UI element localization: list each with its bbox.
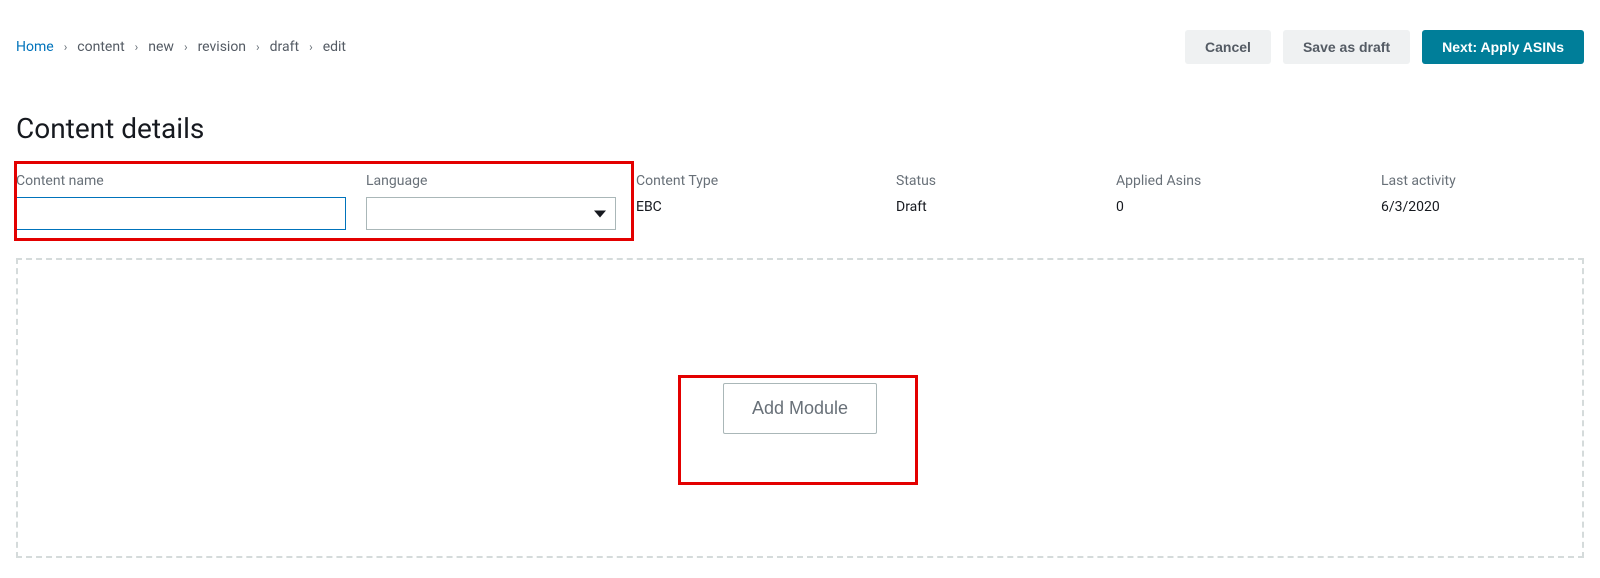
applied-asins-value: 0 <box>1116 199 1361 215</box>
content-name-label: Content name <box>16 173 346 189</box>
breadcrumb-revision: revision <box>198 39 246 55</box>
breadcrumb: Home › content › new › revision › draft … <box>16 39 346 55</box>
content-name-input[interactable] <box>16 197 346 230</box>
save-draft-button[interactable]: Save as draft <box>1283 30 1410 64</box>
last-activity-label: Last activity <box>1381 173 1584 189</box>
action-buttons: Cancel Save as draft Next: Apply ASINs <box>1185 30 1584 64</box>
content-type-group: Content Type EBC <box>636 173 876 215</box>
last-activity-group: Last activity 6/3/2020 <box>1381 173 1584 215</box>
status-group: Status Draft <box>896 173 1096 215</box>
page-title: Content details <box>16 112 1590 145</box>
language-field-group: Language <box>366 173 616 230</box>
breadcrumb-edit: edit <box>323 39 346 55</box>
status-label: Status <box>896 173 1096 189</box>
applied-asins-label: Applied Asins <box>1116 173 1361 189</box>
last-activity-value: 6/3/2020 <box>1381 199 1584 215</box>
content-type-value: EBC <box>636 199 876 215</box>
module-drop-area: Add Module <box>16 258 1584 558</box>
top-bar: Home › content › new › revision › draft … <box>10 30 1590 64</box>
content-name-field-group: Content name <box>16 173 346 230</box>
status-value: Draft <box>896 199 1096 215</box>
breadcrumb-home-link[interactable]: Home <box>16 39 54 55</box>
content-details-row: Content name Language Content Type EBC S… <box>10 173 1590 258</box>
next-apply-asins-button[interactable]: Next: Apply ASINs <box>1422 30 1584 64</box>
chevron-right-icon: › <box>184 40 188 54</box>
breadcrumb-new: new <box>148 39 174 55</box>
applied-asins-group: Applied Asins 0 <box>1116 173 1361 215</box>
chevron-right-icon: › <box>309 40 313 54</box>
language-select[interactable] <box>366 197 616 230</box>
language-label: Language <box>366 173 616 189</box>
content-type-label: Content Type <box>636 173 876 189</box>
breadcrumb-content: content <box>77 39 124 55</box>
language-select-wrapper <box>366 197 616 230</box>
chevron-right-icon: › <box>135 40 139 54</box>
chevron-right-icon: › <box>256 40 260 54</box>
add-module-button[interactable]: Add Module <box>723 383 877 434</box>
cancel-button[interactable]: Cancel <box>1185 30 1271 64</box>
breadcrumb-draft: draft <box>270 39 299 55</box>
chevron-right-icon: › <box>64 40 68 54</box>
